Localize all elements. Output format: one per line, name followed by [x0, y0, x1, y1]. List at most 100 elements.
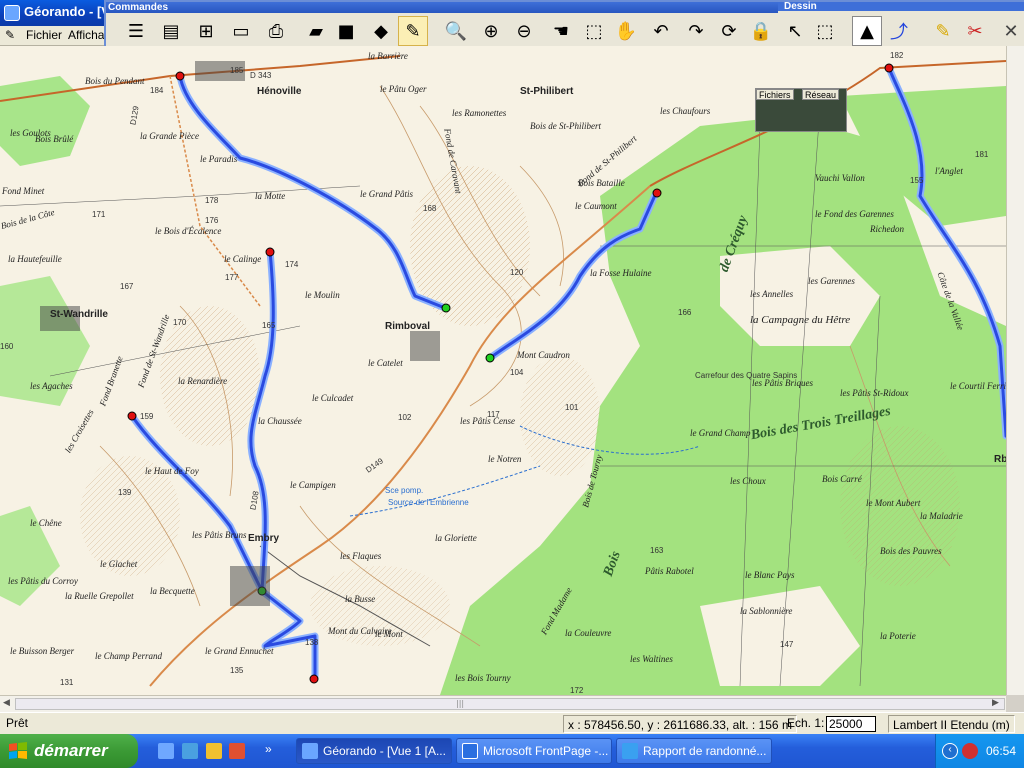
desktop-icon[interactable]	[158, 743, 174, 759]
commands-toolbar: Commandes ☰ ▤ ⊞ ▭ ⎙ ▰ ■ ◆ ✎ 🔍 ⊕ ⊖ ☚ ⬚ ✋ ↶ ↷ ⟳ 🔒	[104, 0, 780, 48]
place-blanc-pays: le Blanc Pays	[745, 570, 795, 580]
print-icon[interactable]: ⎙	[261, 16, 291, 46]
place-la-maladrie: la Maladrie	[920, 511, 963, 521]
tray-arrow-icon[interactable]: ‹	[942, 743, 958, 759]
place-les-waltines: les Waltines	[630, 654, 673, 664]
elev-label: 155	[910, 176, 924, 185]
vertical-scrollbar[interactable]	[1006, 46, 1024, 695]
toolbar-title[interactable]: Commandes	[106, 2, 778, 13]
document-icon[interactable]: ▤	[156, 16, 186, 46]
place-bois-pauvres: Bois des Pauvres	[880, 546, 942, 556]
tab-reseau[interactable]: Réseau	[802, 89, 840, 100]
place-st-wandrille: St-Wandrille	[50, 309, 108, 320]
elev-label: 139	[118, 488, 132, 497]
scroll-thumb[interactable]: |||	[15, 698, 1005, 710]
select-zoom-icon[interactable]: ⬚	[810, 16, 840, 46]
delete-icon[interactable]: ✕	[996, 16, 1024, 46]
elev-label: 163	[650, 546, 664, 555]
topographic-map[interactable]: Hénoville Rimboval Embry St-Wandrille St…	[0, 46, 1006, 695]
app-window: Géorando - [V ✎ Fichier Affichag Command…	[0, 0, 1024, 768]
place-richedon: Richedon	[870, 224, 904, 234]
elev-label: 178	[205, 196, 219, 205]
elev-label: 171	[92, 210, 106, 219]
ie-icon	[622, 743, 638, 759]
road-d343: D 343	[250, 71, 272, 80]
hand-icon[interactable]: ☚	[546, 16, 576, 46]
scale-icon[interactable]: ⊞	[191, 16, 221, 46]
refresh-icon[interactable]: ⟳	[714, 16, 744, 46]
horizontal-scrollbar[interactable]: ◀ ||| ▶	[0, 695, 1006, 712]
scroll-right-icon[interactable]: ▶	[992, 698, 999, 708]
explorer-icon[interactable]	[182, 743, 198, 759]
zoom-out-icon[interactable]: ⊖	[509, 16, 539, 46]
place-fosse-hulaine: la Fosse Hulaine	[590, 268, 652, 278]
zoom-icon[interactable]: 🔍	[441, 16, 471, 46]
drawing-toolbar-title[interactable]: Dessin	[778, 2, 1024, 12]
place-st-philibert: St-Philibert	[520, 86, 574, 97]
place-bois-pendant: Bois du Pendant	[85, 76, 145, 86]
start-button[interactable]: démarrer	[0, 734, 138, 768]
mail-icon[interactable]	[229, 743, 245, 759]
elev-label: 138	[305, 638, 319, 647]
taskbar: démarrer » Géorando - [Vue 1 [A... Micro…	[0, 734, 1024, 768]
place-buisson-berger: le Buisson Berger	[10, 646, 75, 656]
place-langlet: l'Anglet	[935, 166, 963, 176]
place-la-motte: la Motte	[255, 191, 286, 201]
layers-icon[interactable]: ☰	[121, 16, 151, 46]
elev-label: 104	[510, 368, 524, 377]
profile-icon[interactable]: ▲	[852, 16, 882, 46]
elev-label: 165	[262, 321, 276, 330]
place-les-annelles: les Annelles	[750, 289, 794, 299]
quicklaunch-more-icon[interactable]: »	[265, 742, 272, 756]
pan-icon[interactable]: ✋	[611, 16, 641, 46]
menu-item-fichier[interactable]: Fichier	[26, 28, 62, 42]
place-mont-aubert: le Mont Aubert	[866, 498, 921, 508]
place-la-gloriette: la Gloriette	[435, 533, 477, 543]
undo-icon[interactable]: ↶	[646, 16, 676, 46]
elev-label: 181	[975, 150, 989, 159]
map-icon[interactable]: ▰	[301, 16, 331, 46]
place-bois-carre: Bois Carré	[822, 474, 862, 484]
place-la-busse: la Busse	[345, 594, 376, 604]
coordinates-readout: x : 578456.50, y : 2611686.33, alt. : 15…	[563, 715, 797, 733]
tray-app-icon[interactable]	[962, 743, 978, 759]
elev-label: 120	[510, 268, 524, 277]
place-henoville: Hénoville	[257, 86, 302, 97]
scale-input[interactable]: 25000	[826, 716, 876, 732]
overview-panel[interactable]: Fichiers Réseau	[755, 88, 847, 132]
zoom-rect-icon[interactable]: ⬚	[579, 16, 609, 46]
place-fond-garennes: le Fond des Garennes	[815, 209, 894, 219]
clock[interactable]: 06:54	[986, 744, 1016, 758]
task-rapport[interactable]: Rapport de randonné...	[616, 738, 772, 764]
elev-label: 135	[230, 666, 244, 675]
place-la-becquette: la Becquette	[150, 586, 195, 596]
place-carrefour: Carrefour des Quatre Sapins	[695, 371, 798, 380]
elev-label: 102	[398, 413, 412, 422]
shape2-icon[interactable]: ◆	[366, 16, 396, 46]
place-bois-tourny: les Bois Tourny	[455, 673, 511, 683]
drawing-toolbar: Dessin ↖ ⬚ ▲ ⤴ ✎ ✂ ✕	[778, 0, 1024, 48]
redo-icon[interactable]: ↷	[681, 16, 711, 46]
app-launcher-icon[interactable]	[206, 743, 222, 759]
elev-label: 131	[60, 678, 74, 687]
scroll-left-icon[interactable]: ◀	[3, 698, 10, 708]
zoom-in-icon[interactable]: ⊕	[476, 16, 506, 46]
lock-icon[interactable]: 🔒	[746, 16, 776, 46]
ruler-icon[interactable]: ▭	[226, 16, 256, 46]
place-source-embrienne: Source de l'Embrienne	[388, 498, 469, 507]
pencil-icon[interactable]: ✎	[398, 16, 428, 46]
task-frontpage[interactable]: Microsoft FrontPage -...	[456, 738, 612, 764]
window-title: Géorando - [V	[24, 4, 110, 19]
tab-fichiers[interactable]: Fichiers	[756, 89, 794, 100]
task-georando[interactable]: Géorando - [Vue 1 [A...	[296, 738, 452, 764]
cut-icon[interactable]: ✂	[960, 16, 990, 46]
pin-icon[interactable]: ✎	[928, 16, 958, 46]
place-vauchi-vallon: Vauchi Vallon	[815, 173, 865, 183]
place-grande-piece: la Grande Pièce	[140, 131, 199, 141]
track-icon[interactable]: ⤴	[884, 16, 914, 46]
frontpage-icon	[462, 743, 478, 759]
shape-icon[interactable]: ■	[331, 16, 361, 46]
pointer-icon[interactable]: ↖	[780, 16, 810, 46]
elev-label: 184	[150, 86, 164, 95]
menu-icon: ✎	[5, 28, 16, 42]
